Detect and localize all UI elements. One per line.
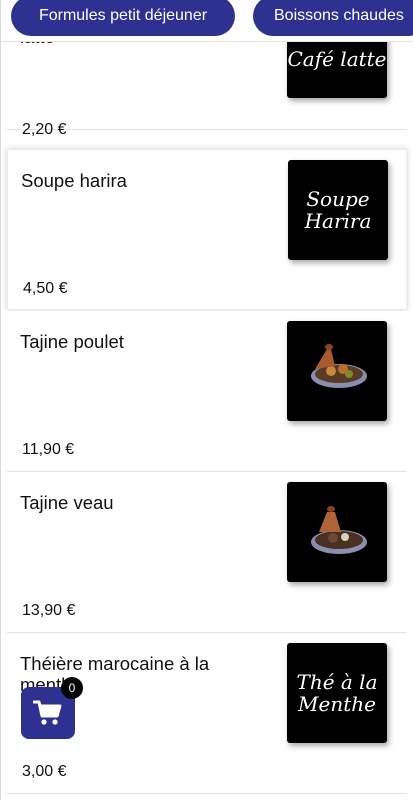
tab-boissons-chaudes[interactable]: Boissons chaudes [253, 0, 413, 36]
product-image-label: Soupe Harira [288, 160, 388, 260]
category-tabs: Formules petit déjeuner Boissons chaudes [1, 0, 413, 42]
product-image: Thé à la Menthe [287, 643, 387, 743]
product-price: 13,90 € [22, 602, 76, 619]
product-image: Soupe Harira [288, 160, 388, 260]
menu-screen: latte 2,20 € Café latte Soupe harira 4,5… [0, 0, 413, 800]
tajine-icon [311, 506, 367, 554]
product-card[interactable]: Tajine poulet 11,90 € [7, 311, 407, 472]
product-price: 3,00 € [22, 763, 67, 780]
product-name: Tajine veau [20, 492, 114, 513]
product-image-line-2: Menthe [298, 692, 376, 716]
product-price: 4,50 € [23, 280, 68, 297]
product-price: 2,20 € [22, 121, 67, 138]
cart-count-badge: 0 [61, 677, 83, 699]
tajine-icon [311, 344, 367, 388]
product-image-line-1: Soupe [306, 187, 370, 211]
product-name: Tajine poulet [20, 331, 124, 352]
product-image-label: Thé à la Menthe [287, 643, 387, 743]
product-image-line-2: Harira [304, 209, 372, 233]
product-price: 11,90 € [22, 441, 75, 458]
product-image [287, 482, 387, 582]
product-image [287, 321, 387, 421]
cart-icon [33, 700, 62, 725]
product-image-line-1: Thé à la [296, 670, 378, 694]
product-card[interactable]: Soupe harira 4,50 € Soupe Harira [7, 149, 407, 310]
product-card[interactable]: Tajine veau 13,90 € [7, 472, 407, 633]
tab-formules-petit-dejeuner[interactable]: Formules petit déjeuner [11, 0, 235, 36]
product-name: Soupe harira [21, 170, 127, 191]
